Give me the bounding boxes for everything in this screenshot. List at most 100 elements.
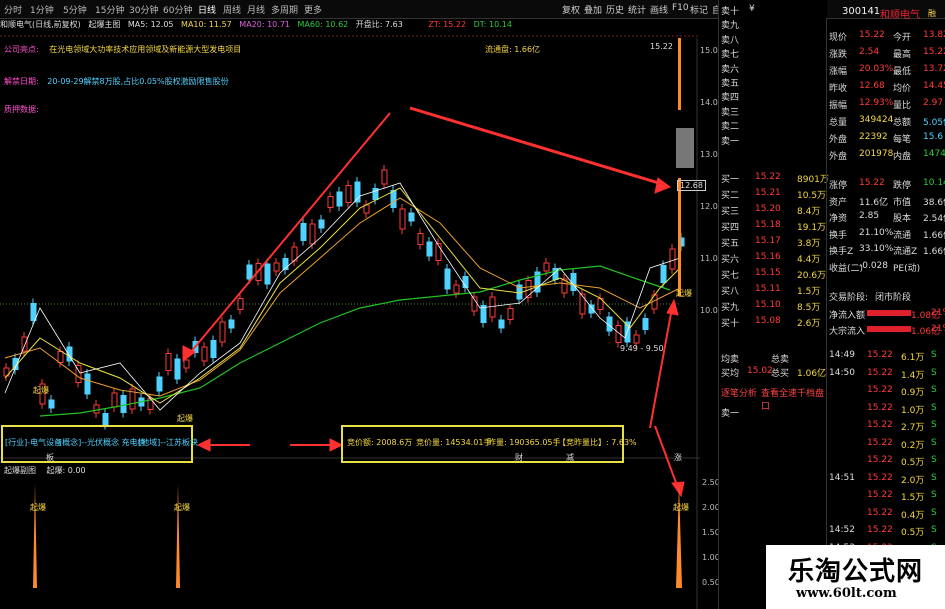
period-monthly[interactable]: 月线 — [247, 3, 265, 16]
period-15min[interactable]: 15分钟 — [95, 3, 124, 16]
tool-adjust[interactable]: 复权 — [562, 3, 580, 16]
sell-level-label: 卖七 — [721, 50, 740, 61]
buy-level-label: 买七 — [721, 271, 740, 281]
tick-price: 15.22 — [867, 402, 893, 413]
tool-overlay[interactable]: 叠加 — [584, 3, 602, 16]
avg-sell: 总卖 — [771, 355, 790, 365]
label-shou: 减 — [566, 453, 574, 462]
tick-time: 14:52 — [829, 525, 855, 535]
tool-history[interactable]: 历史 — [606, 3, 624, 16]
period-daily[interactable]: 日线 — [198, 3, 216, 16]
buy-level-price: 15.11 — [755, 284, 781, 294]
sub-mark-1: 起爆 — [30, 503, 46, 512]
watermark: 乐淘公式网 www.60lt.com — [766, 545, 945, 609]
tick-volume: 6.1万 — [901, 353, 925, 363]
buy-level-vol: 19.1万 — [797, 223, 827, 233]
buy-level-label: 买十 — [721, 319, 740, 329]
full-depth-link[interactable]: 查看全速千档盘口 — [761, 386, 827, 412]
tick-volume: 0.5万 — [901, 528, 925, 538]
buy-level-price: 15.08 — [755, 316, 781, 326]
quote-value: 1.66亿 — [923, 230, 945, 241]
quote-label: 市值 — [893, 197, 912, 208]
total-buy-label: 总买 — [771, 369, 790, 379]
tool-mark[interactable]: 标记 — [690, 3, 708, 16]
quote-value: 13.82 — [923, 30, 945, 40]
quote-label: 均价 — [893, 84, 912, 94]
industry-text: [行业]-电气设备 — [5, 438, 63, 447]
top-price-label: 15.22 — [650, 42, 673, 51]
quote-label: 总额 — [893, 118, 912, 128]
tick-time: 14:51 — [829, 472, 855, 483]
sell1-bottom-label: 卖一 — [721, 409, 740, 419]
avg-buy-price: 15.02 — [747, 366, 773, 376]
tick-volume: 1.0万 — [901, 405, 925, 416]
total-buy: 1.06亿 — [797, 369, 827, 379]
sub-chart-value: 起爆: 0.00 — [46, 466, 86, 475]
avg-buy-label: 买均 — [721, 369, 740, 379]
buy-level-label: 买一 — [721, 175, 740, 185]
tick-analysis-link[interactable]: 逐笔分析 — [721, 386, 757, 399]
low-range-label: 9.49 - 9.50 — [620, 344, 664, 353]
sell-level-label: 卖二 — [721, 122, 740, 133]
tick-side: S — [931, 420, 937, 430]
tick-volume: 0.5万 — [901, 458, 925, 468]
tick-side: S — [931, 525, 937, 535]
net-inflow-bar — [867, 310, 911, 316]
quote-value: 38.6亿 — [923, 197, 945, 208]
sell-level-label: 卖六 — [721, 64, 740, 75]
period-1min[interactable]: 1分钟 — [30, 3, 54, 16]
ma10-line — [4, 187, 681, 404]
kline-chart[interactable] — [0, 18, 718, 609]
period-minute[interactable]: 分时 — [4, 3, 22, 16]
net-inflow-pct: 21% — [931, 308, 945, 318]
quote-value: 201978 — [859, 149, 894, 159]
sub-chart-title[interactable]: 起爆副图 — [4, 466, 36, 475]
yesterday-volume: 昨量: 190365.05手 — [488, 438, 561, 447]
big-inflow-pct: 21% — [931, 324, 945, 334]
buy-level-vol: 8901万 — [797, 175, 829, 185]
sell-level-label: 卖五 — [721, 79, 740, 89]
tool-f10[interactable]: F10 — [672, 3, 689, 13]
quote-value: 5.05亿 — [923, 118, 945, 128]
period-60min[interactable]: 60分钟 — [163, 3, 192, 16]
quote-label: 每笔 — [893, 135, 912, 145]
auction-ratio: 【竞昨量比】: 7.63% — [558, 438, 637, 447]
quote-value: 15.6 — [923, 132, 944, 142]
period-5min[interactable]: 5分钟 — [63, 3, 87, 16]
quote-label: 股本 — [893, 214, 912, 224]
period-30min[interactable]: 30分钟 — [129, 3, 158, 16]
quote-value: 15.22 — [923, 47, 945, 57]
buy-level-label: 买四 — [721, 223, 740, 233]
buy-level-vol: 10.5万 — [797, 191, 827, 201]
quote-label: 流通 — [893, 230, 912, 241]
tick-time: 14:49 — [829, 350, 855, 360]
tick-price: 15.22 — [867, 350, 893, 360]
quote-value: 21.10% — [859, 227, 894, 238]
quote-label: 换手 — [829, 230, 848, 241]
tool-stats[interactable]: 统计 — [628, 3, 646, 16]
quote-value: 15.22 — [859, 30, 885, 40]
buy-level-vol: 1.5万 — [797, 287, 821, 297]
quote-label: 换手Z — [829, 247, 854, 257]
quote-label: 涨跌 — [829, 50, 848, 60]
quote-label: 资产 — [829, 197, 848, 208]
buy-level-price: 15.20 — [755, 204, 781, 214]
tick-volume: 1.5万 — [901, 493, 925, 503]
quote-value: 15.22 — [859, 178, 885, 188]
concept-text: [概念]--光伏概念 充电桩 — [59, 438, 146, 447]
quote-label: 外盘 — [829, 152, 848, 162]
label-ban: 板 — [46, 453, 54, 462]
period-multi[interactable]: 多周期 — [271, 3, 298, 16]
candlesticks — [3, 165, 685, 430]
quote-value: 10.14 — [923, 178, 945, 188]
tick-time: 14:50 — [829, 367, 855, 378]
auction-volume: 竞价量: 14534.01手 — [416, 438, 492, 447]
tick-price: 15.22 — [867, 437, 893, 448]
tick-price: 15.22 — [867, 420, 893, 430]
sub-mark-3: 起爆 — [673, 503, 689, 512]
period-more[interactable]: 更多 — [304, 3, 322, 16]
tool-draw[interactable]: 画线 — [650, 3, 668, 16]
quote-label: 昨收 — [829, 84, 848, 94]
buy-level-label: 买二 — [721, 191, 740, 201]
period-weekly[interactable]: 周线 — [223, 3, 241, 16]
